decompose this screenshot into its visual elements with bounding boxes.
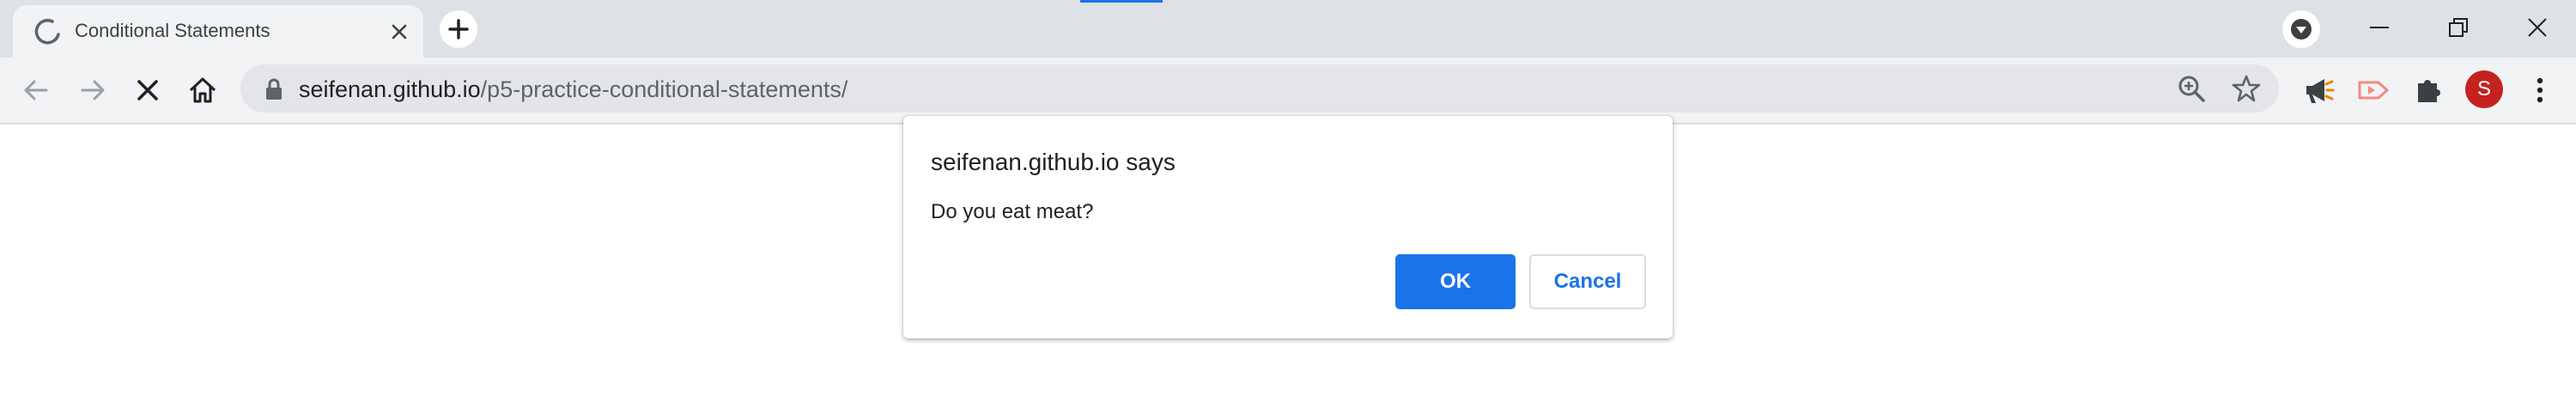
url-host: seifenan.github.io <box>299 76 481 102</box>
alert-dialog: seifenan.github.io says Do you eat meat?… <box>903 116 1673 338</box>
forward-arrow-icon[interactable] <box>76 73 110 107</box>
tab-strip: Conditional Statements <box>0 0 2576 58</box>
minimize-icon <box>2370 27 2389 28</box>
ok-button[interactable]: OK <box>1395 254 1516 309</box>
minimize-button[interactable] <box>2341 0 2416 53</box>
bookmark-star-icon[interactable] <box>2231 73 2262 104</box>
dialog-title: seifenan.github.io says <box>931 149 1176 175</box>
restore-icon <box>2449 18 2468 37</box>
restore-button[interactable] <box>2420 0 2495 53</box>
url-path: /p5-practice-conditional-statements/ <box>480 76 848 102</box>
browser-toolbar: seifenan.github.io/p5-practice-condition… <box>0 58 2576 125</box>
kebab-menu-icon[interactable] <box>2523 73 2557 107</box>
plus-icon <box>448 19 469 40</box>
home-icon[interactable] <box>185 73 220 107</box>
megaphone-extension-icon[interactable] <box>2301 73 2336 107</box>
tab-strip-highlight <box>1080 0 1163 3</box>
profile-avatar[interactable]: S <box>2465 70 2503 108</box>
close-window-button[interactable] <box>2499 0 2574 53</box>
lock-icon[interactable] <box>264 78 283 105</box>
close-icon <box>2528 18 2547 37</box>
browser-tab[interactable]: Conditional Statements <box>13 5 423 58</box>
new-tab-button[interactable] <box>440 10 477 48</box>
back-arrow-icon[interactable] <box>19 73 53 107</box>
tab-close-icon[interactable] <box>387 20 411 44</box>
tab-search-icon <box>2291 19 2312 40</box>
tab-search-button[interactable] <box>2282 10 2320 48</box>
screencast-extension-icon[interactable] <box>2356 73 2391 107</box>
url-text[interactable]: seifenan.github.io/p5-practice-condition… <box>299 76 848 103</box>
address-bar[interactable]: seifenan.github.io/p5-practice-condition… <box>240 64 2279 113</box>
loading-spinner-icon <box>33 17 63 46</box>
cancel-button[interactable]: Cancel <box>1529 254 1646 309</box>
zoom-icon[interactable] <box>2176 73 2207 104</box>
tab-title: Conditional Statements <box>75 20 270 41</box>
stop-loading-icon[interactable] <box>131 73 165 107</box>
extensions-puzzle-icon[interactable] <box>2411 73 2445 107</box>
dialog-message: Do you eat meat? <box>931 200 1094 223</box>
